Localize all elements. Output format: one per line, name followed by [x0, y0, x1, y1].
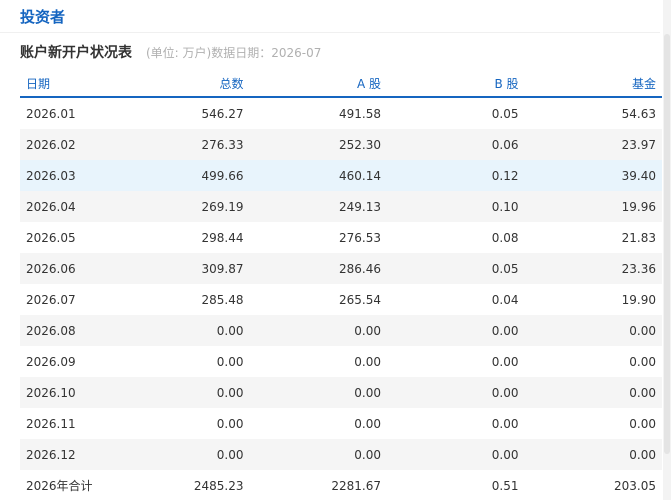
cell-fund: 0.00	[629, 354, 656, 369]
cell-fund: 19.90	[621, 292, 656, 307]
section-heading: 账户新开户状况表 (单位: 万户)数据日期：2026-07	[20, 42, 321, 62]
header-total: 总数	[112, 70, 250, 98]
cell-fund: 39.40	[524, 160, 662, 191]
cell-total: 0.00	[112, 377, 250, 408]
cell-date: 2026.12	[20, 439, 112, 470]
title-divider	[0, 32, 660, 33]
cell-date: 2026.04	[20, 191, 112, 222]
table-row: 2026.09 0.00 0.00 0.00 0.00	[20, 346, 662, 377]
cell-a-share: 0.00	[354, 354, 381, 369]
cell-a-share: 276.53	[339, 230, 381, 245]
cell-date: 2026.10	[20, 377, 112, 408]
section-title: 账户新开户状况表	[20, 45, 132, 61]
cell-fund: 21.83	[621, 230, 656, 245]
cell-b-share: 0.51	[491, 478, 519, 493]
cell-date: 2026.08	[20, 315, 112, 346]
cell-total: 0.00	[216, 416, 244, 431]
table-row: 2026.01 546.27 491.58 0.05 54.63	[20, 97, 662, 129]
table-header-row: 日期 总数 A 股 B 股 基金	[20, 70, 662, 98]
cell-a-share: 0.00	[249, 315, 387, 346]
cell-fund: 23.97	[524, 129, 662, 160]
table-total-row: 2026年合计 2485.23 2281.67 0.51 203.05	[20, 470, 662, 501]
table-row: 2026.05 298.44 276.53 0.08 21.83	[20, 222, 662, 253]
cell-a-share: 249.13	[249, 191, 387, 222]
cell-b-share: 0.05	[491, 106, 519, 121]
cell-fund: 0.00	[629, 416, 656, 431]
cell-b-share: 0.00	[387, 439, 525, 470]
table-row: 2026.07 285.48 265.54 0.04 19.90	[20, 284, 662, 315]
cell-date: 2026.01	[26, 106, 76, 121]
table-row: 2026.02 276.33 252.30 0.06 23.97	[20, 129, 662, 160]
cell-a-share: 286.46	[249, 253, 387, 284]
cell-fund: 0.00	[524, 377, 662, 408]
table-row: 2026.11 0.00 0.00 0.00 0.00	[20, 408, 662, 439]
cell-b-share: 0.00	[387, 315, 525, 346]
cell-b-share: 0.10	[387, 191, 525, 222]
cell-total: 285.48	[201, 292, 244, 307]
table-row: 2026.03 499.66 460.14 0.12 39.40	[20, 160, 662, 191]
cell-b-share: 0.00	[491, 416, 519, 431]
cell-b-share: 0.05	[387, 253, 525, 284]
section-note: (单位: 万户)数据日期：2026-07	[146, 46, 322, 60]
cell-date: 2026年合计	[26, 479, 93, 493]
table-row: 2026.10 0.00 0.00 0.00 0.00	[20, 377, 662, 408]
cell-b-share: 0.08	[491, 230, 519, 245]
cell-date: 2026.09	[26, 354, 76, 369]
vertical-scrollbar[interactable]	[663, 0, 671, 500]
cell-a-share: 265.54	[339, 292, 381, 307]
scrollbar-thumb[interactable]	[664, 34, 670, 454]
cell-date: 2026.03	[20, 160, 112, 191]
cell-a-share: 460.14	[249, 160, 387, 191]
cell-a-share: 0.00	[354, 416, 381, 431]
table-row: 2026.06 309.87 286.46 0.05 23.36	[20, 253, 662, 284]
cell-b-share: 0.06	[387, 129, 525, 160]
cell-a-share: 491.58	[339, 106, 381, 121]
account-opening-table: 日期 总数 A 股 B 股 基金 2026.01 546.27 491.58 0.05…	[20, 70, 662, 501]
cell-total: 499.66	[112, 160, 250, 191]
cell-total: 0.00	[216, 354, 244, 369]
cell-total: 269.19	[112, 191, 250, 222]
cell-a-share: 252.30	[249, 129, 387, 160]
cell-b-share: 0.04	[491, 292, 519, 307]
cell-b-share: 0.00	[491, 354, 519, 369]
cell-total: 0.00	[112, 439, 250, 470]
cell-total: 0.00	[112, 315, 250, 346]
cell-total: 546.27	[201, 106, 244, 121]
cell-fund: 54.63	[621, 106, 656, 121]
cell-fund: 203.05	[614, 478, 656, 493]
table-row: 2026.04 269.19 249.13 0.10 19.96	[20, 191, 662, 222]
cell-b-share: 0.00	[387, 377, 525, 408]
header-fund: 基金	[524, 70, 662, 98]
page-title: 投资者	[20, 8, 66, 26]
header-date: 日期	[20, 70, 112, 98]
cell-date: 2026.05	[26, 230, 76, 245]
cell-b-share: 0.12	[387, 160, 525, 191]
cell-date: 2026.02	[20, 129, 112, 160]
table-row: 2026.08 0.00 0.00 0.00 0.00	[20, 315, 662, 346]
cell-a-share: 0.00	[249, 377, 387, 408]
cell-total: 2485.23	[193, 478, 244, 493]
cell-fund: 23.36	[524, 253, 662, 284]
cell-fund: 0.00	[524, 315, 662, 346]
cell-a-share: 2281.67	[331, 478, 381, 493]
cell-date: 2026.06	[20, 253, 112, 284]
cell-total: 298.44	[201, 230, 244, 245]
cell-fund: 19.96	[524, 191, 662, 222]
data-table-container: 日期 总数 A 股 B 股 基金 2026.01 546.27 491.58 0.05…	[20, 70, 662, 501]
table-row: 2026.12 0.00 0.00 0.00 0.00	[20, 439, 662, 470]
cell-date: 2026.11	[26, 416, 76, 431]
cell-total: 276.33	[112, 129, 250, 160]
header-b-share: B 股	[387, 70, 525, 98]
cell-date: 2026.07	[26, 292, 76, 307]
header-a-share: A 股	[249, 70, 387, 98]
cell-total: 309.87	[112, 253, 250, 284]
cell-a-share: 0.00	[249, 439, 387, 470]
cell-fund: 0.00	[524, 439, 662, 470]
